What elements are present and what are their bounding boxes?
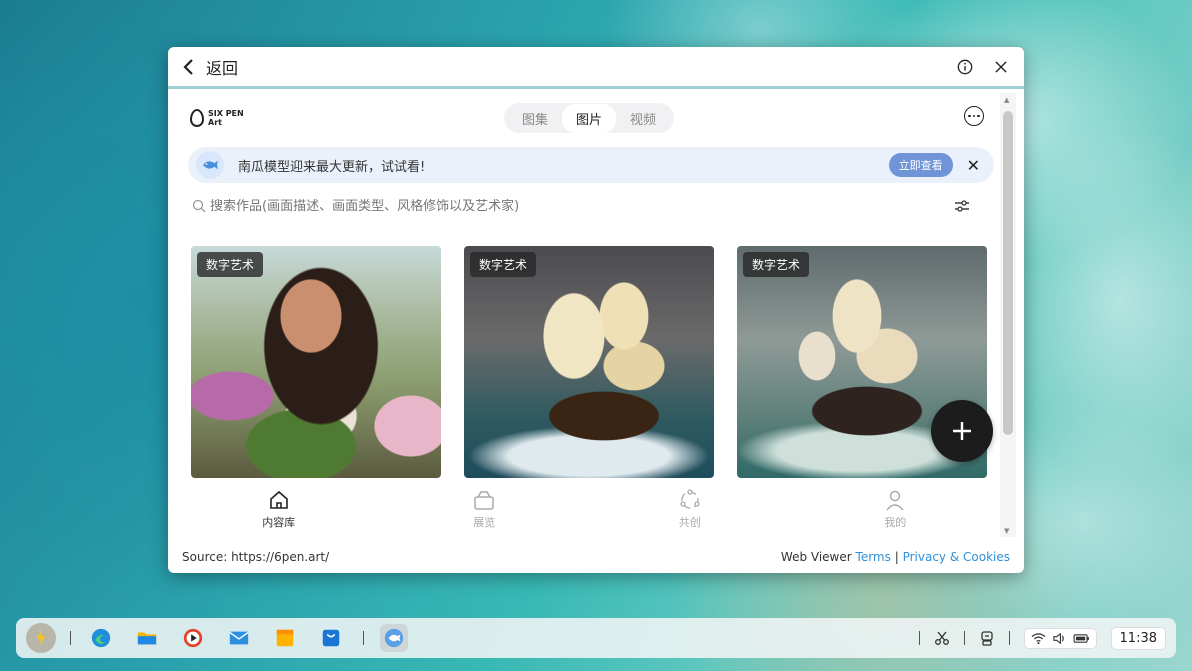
taskbar: 11:38 — [16, 618, 1176, 658]
more-options-icon[interactable] — [964, 106, 984, 126]
content-type-tabs: 图集 图片 视频 — [504, 103, 675, 133]
person-icon — [886, 490, 904, 510]
launcher-button[interactable] — [26, 623, 56, 653]
nav-item-mine[interactable]: 我的 — [793, 481, 999, 537]
vertical-scrollbar[interactable]: ▲ ▼ — [1000, 93, 1016, 537]
close-icon[interactable] — [992, 58, 1010, 76]
chevron-left-icon — [183, 58, 193, 75]
music-player-icon[interactable] — [179, 624, 207, 652]
tab-images[interactable]: 图片 — [562, 103, 617, 133]
logo-mark-icon — [190, 109, 204, 127]
footer-divider: | — [894, 549, 899, 564]
nav-label: 展览 — [473, 515, 496, 529]
source-url: Source: https://6pen.art/ — [182, 549, 330, 564]
nav-label: 共创 — [678, 515, 701, 529]
tab-videos[interactable]: 视频 — [616, 104, 670, 133]
screenshot-scissors-icon[interactable] — [934, 630, 950, 646]
fish-mascot-icon — [196, 151, 224, 179]
view-now-button[interactable]: 立即查看 — [888, 153, 953, 177]
sixpen-logo[interactable]: SIX PEN Art — [190, 109, 244, 127]
viewer-footer: Source: https://6pen.art/ Web Viewer Ter… — [168, 540, 1024, 573]
app-store-icon[interactable] — [317, 624, 345, 652]
taskbar-separator — [363, 631, 364, 645]
cocreate-icon — [680, 488, 700, 509]
file-manager-icon[interactable] — [133, 624, 161, 652]
volume-icon — [1052, 632, 1064, 644]
announcement-banner: 南瓜模型迎来最大更新，试试看! 立即查看 ✕ — [188, 147, 994, 183]
back-label: 返回 — [206, 58, 239, 78]
back-button[interactable]: 返回 — [182, 55, 238, 79]
search-input[interactable] — [210, 198, 810, 214]
category-tag: 数字艺术 — [470, 252, 537, 277]
web-viewer-window: 返回 SIX PEN Art 图集 图片 视频 南瓜模型迎来最大更新，试试看! … — [168, 47, 1024, 573]
tab-albums[interactable]: 图集 — [508, 104, 562, 133]
clock[interactable]: 11:38 — [1110, 626, 1166, 650]
system-tray: 11:38 — [918, 626, 1166, 650]
artwork-card[interactable]: 数字艺术 — [191, 246, 441, 478]
bottom-nav: 内容库 展览 共创 我的 — [176, 481, 998, 537]
terms-link[interactable]: Terms — [856, 550, 891, 564]
logo-text-line1: SIX PEN — [208, 109, 244, 118]
web-content: SIX PEN Art 图集 图片 视频 南瓜模型迎来最大更新，试试看! 立即查… — [176, 93, 998, 537]
plus-icon — [953, 422, 971, 440]
notes-icon[interactable] — [271, 624, 299, 652]
search-bar — [188, 193, 988, 219]
home-icon — [269, 490, 288, 509]
mail-icon[interactable] — [225, 624, 253, 652]
nav-item-cocreate[interactable]: 共创 — [587, 481, 793, 537]
artwork-grid: 数字艺术 数字艺术 数字艺术 — [191, 246, 987, 478]
create-button[interactable] — [931, 400, 993, 462]
battery-icon — [1073, 633, 1089, 643]
scroll-down-arrow-icon[interactable]: ▼ — [1004, 527, 1009, 535]
filter-icon[interactable] — [954, 199, 970, 213]
taskbar-separator — [70, 631, 71, 645]
nav-item-content-library[interactable]: 内容库 — [176, 481, 382, 537]
artwork-card[interactable]: 数字艺术 — [464, 246, 714, 478]
title-bar: 返回 — [168, 47, 1024, 89]
privacy-link[interactable]: Privacy & Cookies — [903, 550, 1010, 564]
banner-close-icon[interactable]: ✕ — [967, 156, 980, 175]
nav-label: 内容库 — [262, 515, 296, 529]
nav-label: 我的 — [884, 515, 907, 529]
taskbar-separator — [918, 631, 920, 645]
category-tag: 数字艺术 — [743, 252, 810, 277]
taskbar-separator — [963, 631, 965, 645]
gallery-icon — [474, 490, 494, 510]
status-icons-group[interactable] — [1023, 627, 1097, 649]
info-icon[interactable] — [956, 58, 974, 76]
search-icon — [192, 199, 206, 213]
taskbar-separator — [1008, 631, 1010, 645]
lightning-icon — [36, 630, 46, 646]
category-tag: 数字艺术 — [197, 252, 264, 277]
banner-text: 南瓜模型迎来最大更新，试试看! — [238, 159, 426, 175]
wifi-icon — [1031, 632, 1045, 644]
web-viewer-label: Web Viewer — [780, 549, 852, 564]
logo-text-line2: Art — [208, 118, 222, 127]
web-viewer-app-icon[interactable] — [380, 624, 408, 652]
edge-browser-icon[interactable] — [87, 624, 115, 652]
scroll-up-arrow-icon[interactable]: ▲ — [1004, 96, 1009, 104]
scrollbar-thumb[interactable] — [1003, 111, 1013, 435]
assistant-robot-icon[interactable] — [979, 630, 995, 646]
nav-item-exhibition[interactable]: 展览 — [382, 481, 588, 537]
